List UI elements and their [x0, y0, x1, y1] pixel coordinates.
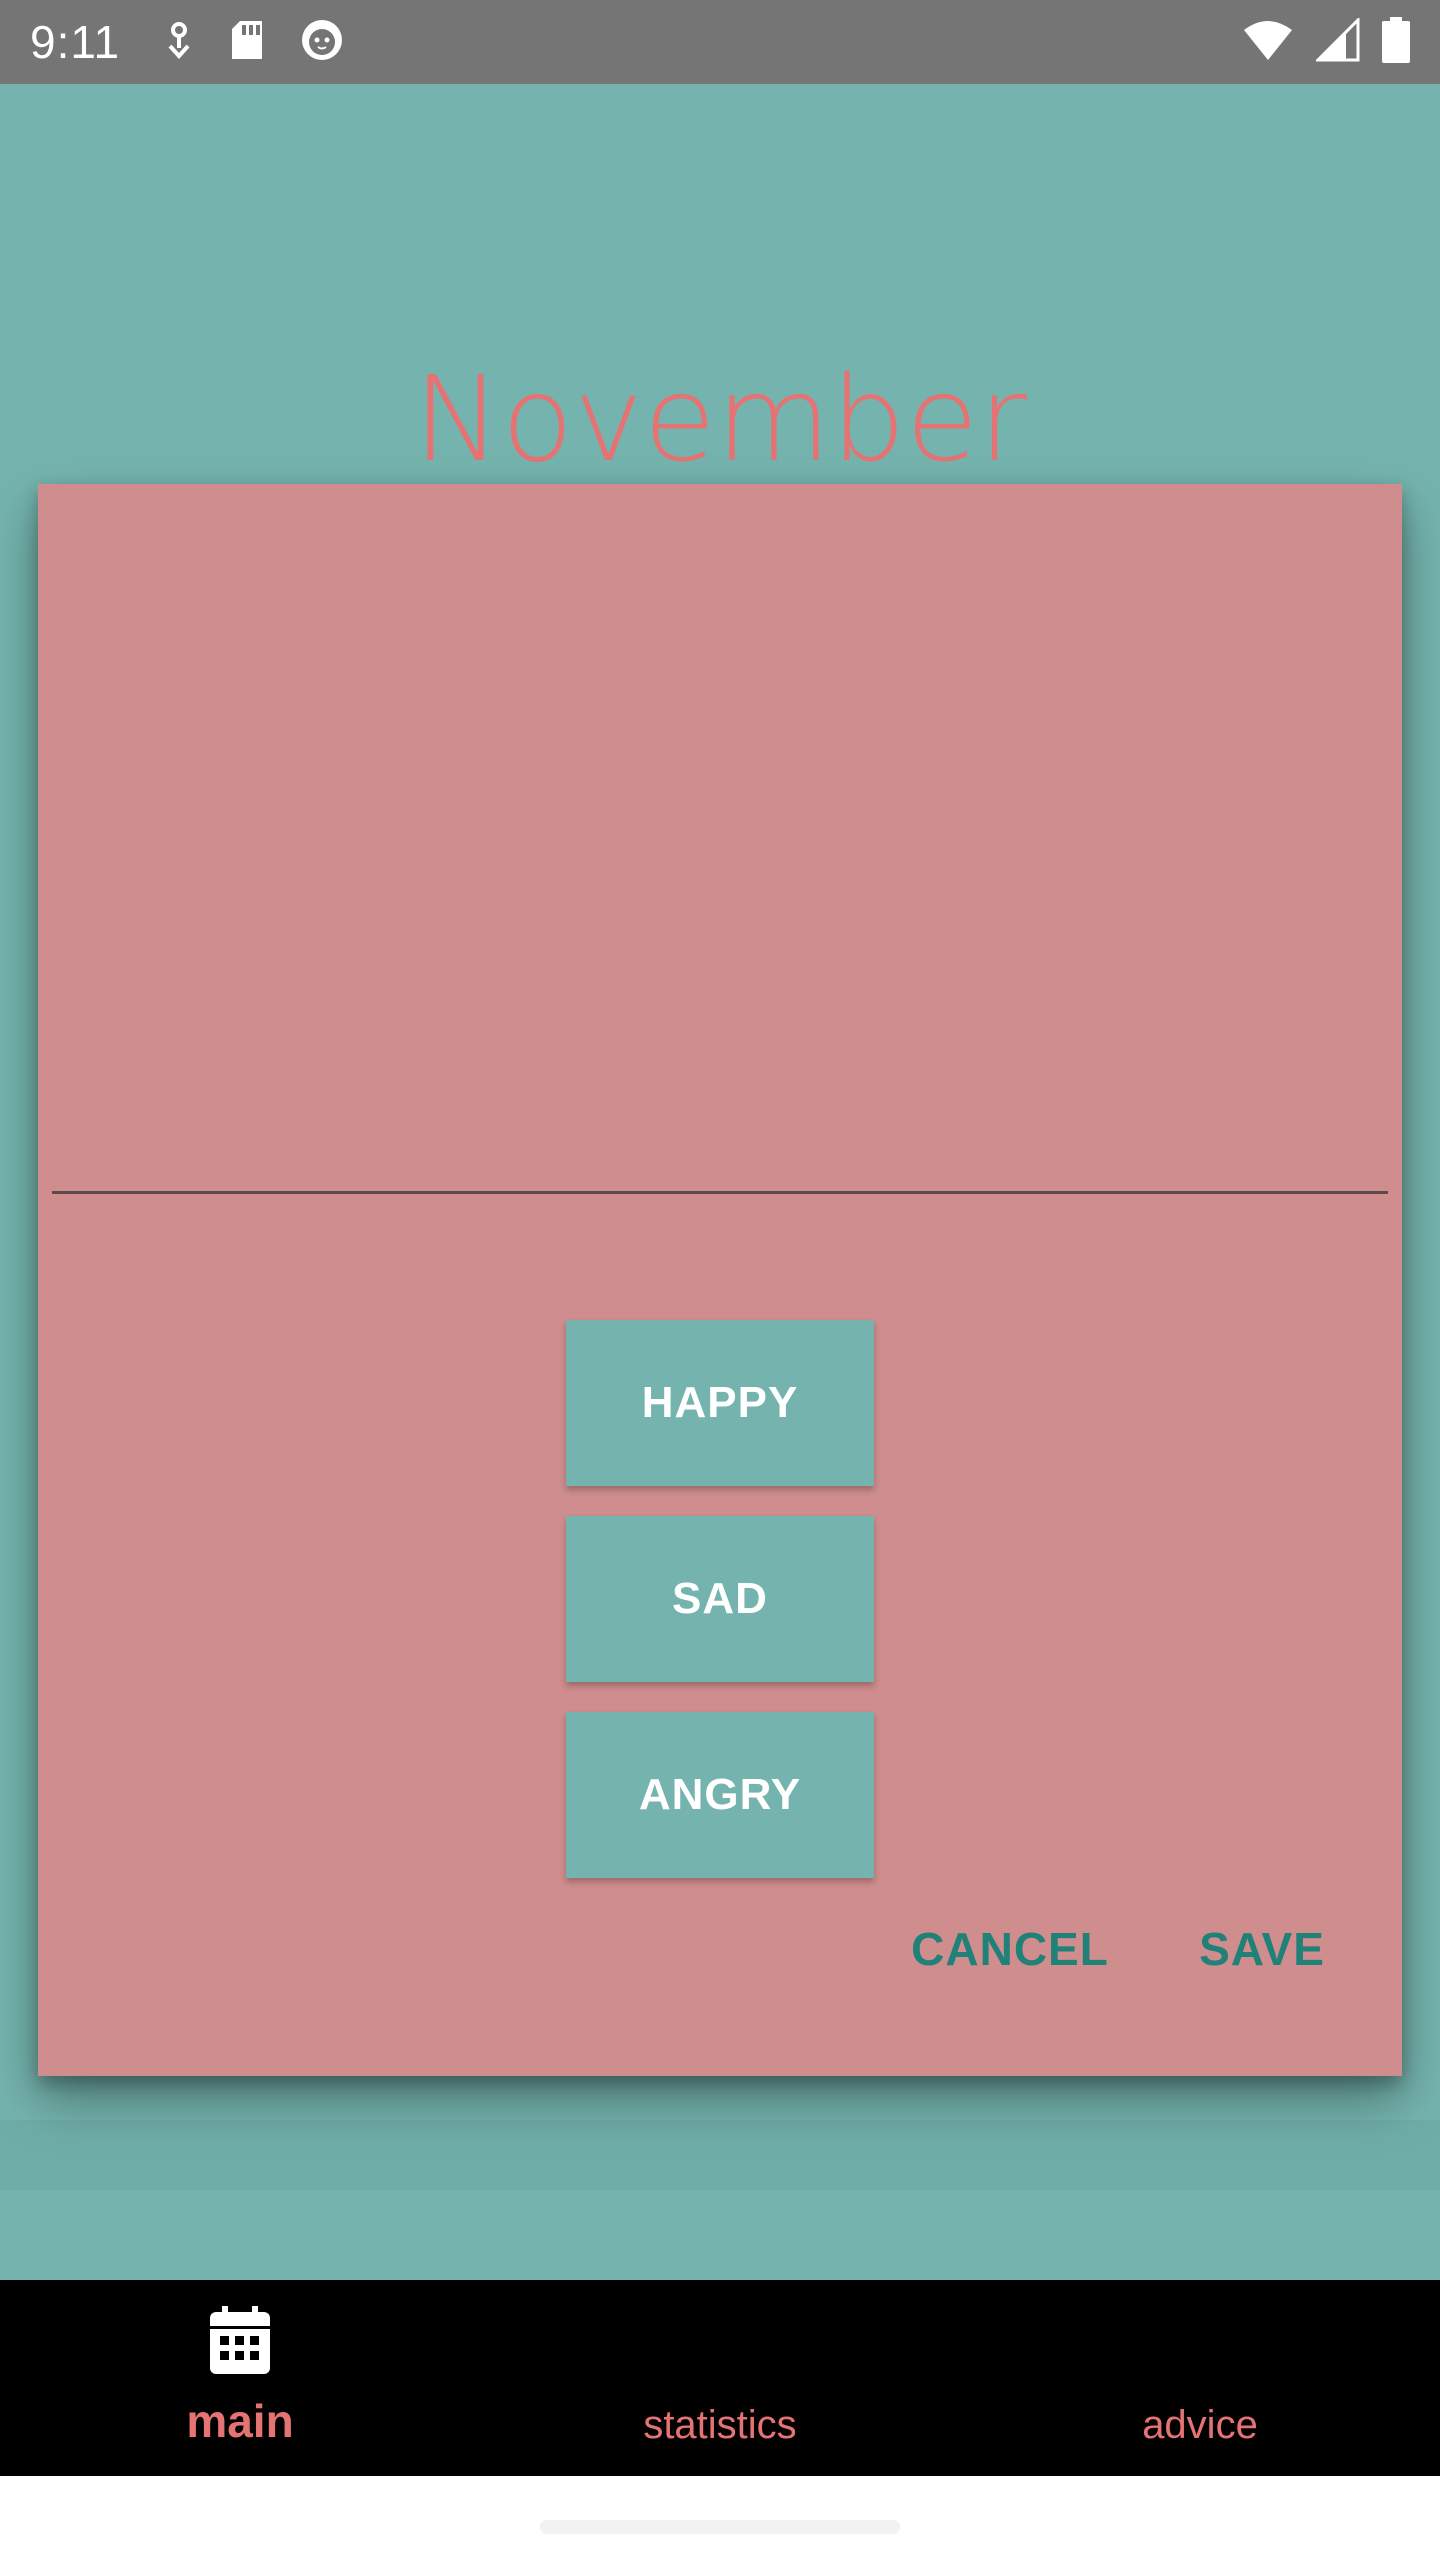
nav-label-advice: advice [1142, 2403, 1258, 2447]
system-nav-area [0, 2476, 1440, 2560]
angry-button[interactable]: ANGRY [566, 1712, 874, 1878]
cat-face-icon [300, 18, 344, 67]
battery-icon [1382, 16, 1410, 68]
status-bar: 9:11 [0, 0, 1440, 84]
status-icons-left [164, 18, 344, 67]
note-input[interactable] [52, 484, 1388, 1194]
save-button[interactable]: SAVE [1178, 1904, 1346, 1994]
nav-item-advice[interactable]: advice [960, 2280, 1440, 2476]
status-time: 9:11 [30, 16, 121, 68]
cancel-button[interactable]: CANCEL [896, 1904, 1124, 1994]
wifi-icon [1242, 20, 1294, 65]
nav-label-statistics: statistics [643, 2403, 797, 2447]
dialog-shadow-area [0, 2120, 1440, 2190]
status-icons-right [1242, 15, 1410, 68]
mood-dialog: HAPPY SAD ANGRY CANCEL SAVE [38, 484, 1402, 2076]
nav-item-main[interactable]: main [0, 2280, 480, 2476]
nav-label-main: main [186, 2395, 294, 2447]
nav-item-statistics[interactable]: statistics [480, 2280, 960, 2476]
sd-card-icon [230, 19, 264, 66]
happy-button[interactable]: HAPPY [566, 1320, 874, 1486]
home-indicator[interactable] [540, 2520, 900, 2534]
bottom-navigation: main statistics advice [0, 2280, 1440, 2476]
month-title: November [413, 350, 1027, 488]
download-icon [164, 20, 194, 65]
calendar-icon [208, 2306, 272, 2381]
signal-icon [1314, 15, 1360, 67]
sad-button[interactable]: SAD [566, 1516, 874, 1682]
